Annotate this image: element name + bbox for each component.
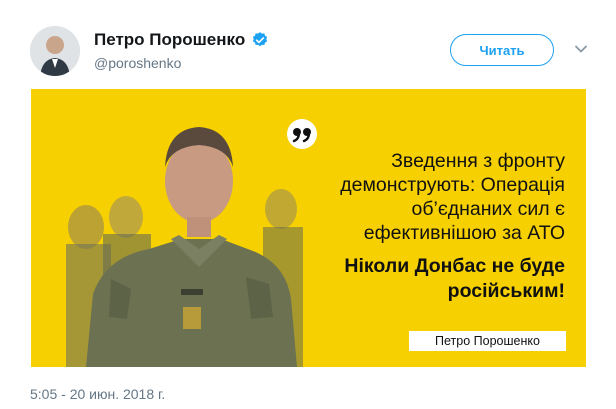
author-handle[interactable]: @poroshenko — [94, 55, 181, 71]
verified-badge-icon — [253, 32, 268, 47]
author-row: Петро Порошенко — [94, 30, 269, 50]
chevron-down-icon[interactable] — [574, 42, 588, 56]
avatar[interactable] — [30, 26, 80, 76]
tweet-header: Петро Порошенко @poroshenko Читать — [0, 0, 616, 88]
author-name[interactable]: Петро Порошенко — [94, 30, 245, 50]
quote-text: Зведення з фронту демонструють: Операція… — [283, 149, 565, 245]
tweet-media-card[interactable]: Зведення з фронту демонструють: Операція… — [31, 89, 586, 367]
quote-bold-text: Ніколи Донбас не буде російським! — [283, 254, 565, 304]
bold-line: Ніколи Донбас не буде — [344, 255, 565, 277]
quote-line: ефективнішою за АТО — [363, 222, 565, 244]
quote-line: демонструють: Операція — [340, 174, 565, 196]
avatar-image — [30, 26, 80, 76]
tweet-timestamp[interactable]: 5:05 - 20 июн. 2018 г. — [30, 386, 165, 402]
follow-button[interactable]: Читать — [450, 34, 554, 66]
quote-line: об’єднаних сил є — [411, 198, 565, 220]
quote-glyph-icon — [292, 128, 311, 143]
quote-icon — [287, 119, 317, 149]
bold-line: російським! — [447, 280, 565, 302]
quote-line: Зведення з фронту — [391, 150, 565, 172]
signature-label: Петро Порошенко — [409, 331, 566, 351]
